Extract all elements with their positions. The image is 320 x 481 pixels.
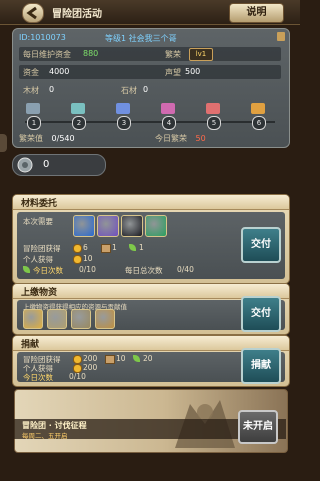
coin-icon [73, 255, 82, 264]
reward-chest-icon[interactable] [26, 103, 40, 114]
material-item-icon[interactable] [97, 215, 119, 237]
deliver-goods-button[interactable]: 交付 [241, 296, 281, 332]
goods-item-icon[interactable] [71, 309, 91, 329]
page-title: 冒险团活动 [52, 9, 102, 20]
material-item-icon[interactable] [121, 215, 143, 237]
guild-info-panel: ID:1010073 等级1 社会我三个哥 每日维护资金 880 繁荣 lv1 … [12, 28, 290, 148]
milestone-marker: 1 [27, 116, 41, 130]
daily-fund-row: 每日维护资金 880 繁荣 lv1 [19, 47, 281, 61]
back-arrow-icon [26, 6, 37, 20]
material-commission-section: 材料委托 本次需要 冒险团获得 6 1 1 个人获得 10 今日次数 0/10 … [12, 194, 290, 284]
deliver-materials-button[interactable]: 交付 [241, 227, 281, 263]
milestone-marker: 6 [252, 116, 266, 130]
goods-item-icon[interactable] [95, 309, 115, 329]
side-tab-handle[interactable] [0, 134, 7, 152]
prosperity-progress: 繁荣值 0/540 [19, 134, 75, 143]
donate-button[interactable]: 捐献 [241, 348, 281, 384]
section-header: 材料委托 [13, 195, 289, 210]
honor-counter: 0 [12, 154, 106, 176]
ticket-icon [105, 355, 115, 364]
reward-chest-icon[interactable] [206, 103, 220, 114]
milestone-marker: 5 [207, 116, 221, 130]
expedition-locked-button[interactable]: 未开启 [238, 410, 278, 444]
material-item-icon[interactable] [73, 215, 95, 237]
back-button[interactable] [22, 3, 44, 23]
leaf-icon [23, 266, 30, 273]
prosperity-track [25, 121, 275, 123]
goods-item-icon[interactable] [23, 309, 43, 329]
milestone-marker: 3 [117, 116, 131, 130]
materials-row: 木材 0 石材 0 [23, 85, 149, 95]
coin-icon [73, 244, 82, 253]
goods-item-icon[interactable] [47, 309, 67, 329]
reward-chest-icon[interactable] [251, 103, 265, 114]
prosperity-level-badge: lv1 [189, 48, 213, 61]
leaf-icon [133, 355, 140, 362]
material-item-icon[interactable] [145, 215, 167, 237]
reward-chest-icon[interactable] [71, 103, 85, 114]
reward-chest-icon[interactable] [116, 103, 130, 114]
guild-id: ID:1010073 [19, 33, 66, 42]
reward-chest-icon[interactable] [161, 103, 175, 114]
honor-badge-icon [17, 157, 33, 173]
edit-icon[interactable] [277, 32, 285, 41]
milestone-marker: 4 [162, 116, 176, 130]
leaf-icon [129, 244, 136, 251]
funds-row: 资金 4000 声望 500 [19, 65, 281, 79]
coin-icon [73, 355, 82, 364]
today-prosperity: 今日繁荣 50 [155, 134, 206, 143]
submit-goods-section: 上缴物资 上缴物资得获得相应的资源与贡献值 交付 [12, 283, 290, 335]
guild-level-name: 等级1 社会我三个哥 [105, 34, 177, 43]
ticket-icon [101, 244, 111, 253]
explain-button[interactable]: 说明 [229, 3, 284, 23]
milestone-marker: 2 [72, 116, 86, 130]
donate-section: 捐献 冒险团获得 200 10 20 个人获得 200 今日次数 0/10 捐献 [12, 335, 290, 387]
